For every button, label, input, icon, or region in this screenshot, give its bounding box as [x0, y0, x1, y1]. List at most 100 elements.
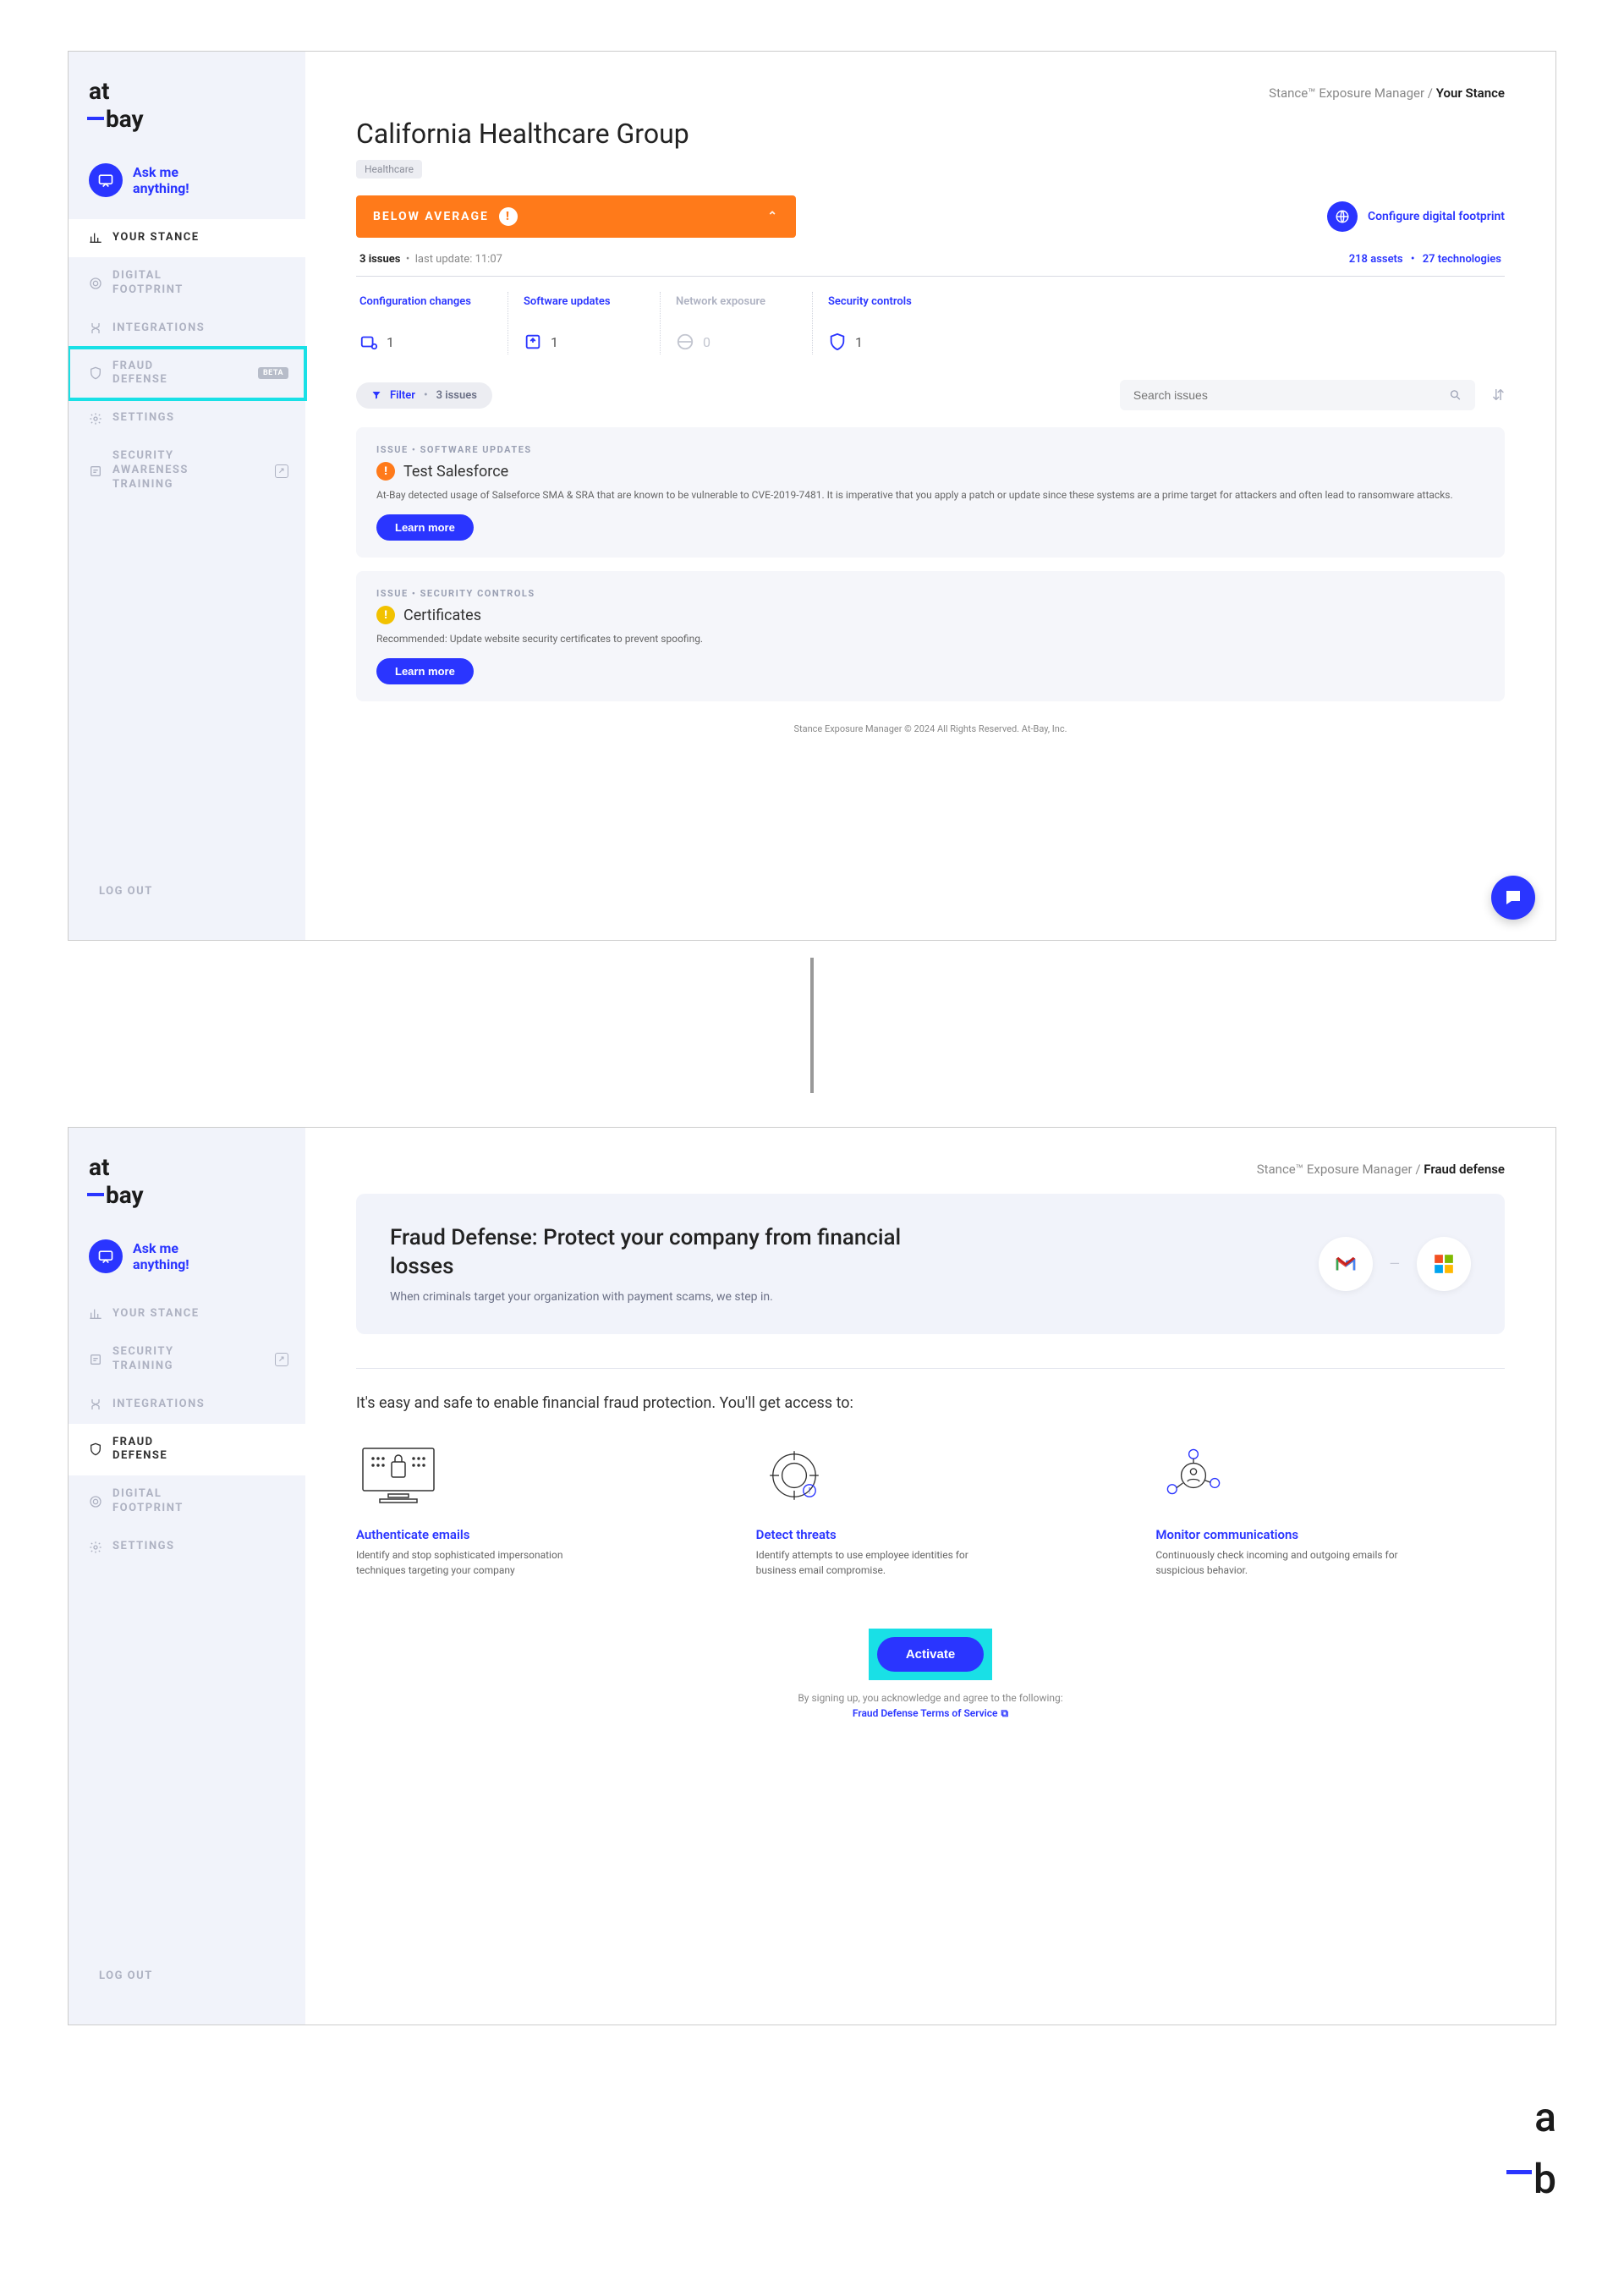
breadcrumb-sep: /: [1428, 85, 1433, 101]
configure-footprint-button[interactable]: Configure digital footprint: [1327, 201, 1505, 232]
stat-icon: [524, 332, 542, 351]
logout-button[interactable]: LOG OUT: [69, 1953, 305, 1999]
search-icon: [1449, 388, 1462, 402]
technologies-link[interactable]: 27 technologies: [1423, 253, 1501, 266]
logout-label: LOG OUT: [99, 1970, 153, 1982]
alert-icon: !: [499, 207, 518, 226]
risk-banner[interactable]: BELOW AVERAGE ! ⌃: [356, 195, 796, 238]
gear-icon: [89, 1541, 102, 1554]
nav-item-security-training[interactable]: SECURITYTRAINING↗: [69, 1333, 305, 1386]
feature-desc: Identify attempts to use employee identi…: [756, 1547, 1010, 1578]
nav-list: YOUR STANCE DIGITALFOOTPRINT INTEGRATIONS F…: [69, 219, 305, 868]
stat-value: 1: [855, 334, 863, 350]
stat-title: Software updates: [524, 295, 645, 324]
activate-button[interactable]: Activate: [877, 1637, 984, 1672]
shield-icon: [89, 1442, 102, 1456]
learn-more-button[interactable]: Learn more: [376, 514, 474, 541]
nav-item-integrations[interactable]: INTEGRATIONS: [69, 310, 305, 348]
chat-fab[interactable]: [1491, 876, 1535, 920]
breadcrumb-sep: /: [1415, 1162, 1420, 1177]
sort-icon[interactable]: ⇵: [1492, 387, 1505, 404]
nav-item-integrations[interactable]: INTEGRATIONS: [69, 1386, 305, 1424]
nav-label: DIGITALFOOTPRINT: [112, 269, 184, 298]
page-brand-mark: ab: [68, 2059, 1556, 2189]
activate-highlight: Activate: [869, 1629, 992, 1680]
app-frame-fraud: at bay Ask meanything! YOUR STANCESECURI…: [68, 1127, 1556, 2025]
issue-card: ISSUE • SECURITY CONTROLS!CertificatesRe…: [356, 571, 1505, 701]
search-input-wrap[interactable]: [1120, 380, 1475, 410]
logout-button[interactable]: LOG OUT: [69, 868, 305, 915]
feature-detect-threats: !Detect threatsIdentify attempts to use …: [756, 1437, 1106, 1578]
page-title: California Healthcare Group: [356, 118, 1505, 150]
nav-item-settings[interactable]: SETTINGS: [69, 399, 305, 437]
stat-value: 0: [703, 334, 710, 350]
stat-configuration-changes[interactable]: Configuration changes1: [356, 292, 508, 354]
filter-button[interactable]: Filter • 3 issues: [356, 382, 492, 409]
nav-list: YOUR STANCESECURITYTRAINING↗ INTEGRATIONS…: [69, 1295, 305, 1624]
globe-icon: [1327, 201, 1358, 232]
hero-card: Fraud Defense: Protect your company from…: [356, 1194, 1505, 1334]
issue-title: Test Salesforce: [403, 463, 508, 481]
learn-more-button[interactable]: Learn more: [376, 658, 474, 684]
feature-icon: [1155, 1437, 1505, 1514]
nav-label: DIGITALFOOTPRINT: [112, 1487, 184, 1516]
issues-count: 3 issues: [359, 253, 400, 266]
configure-label: Configure digital footprint: [1368, 210, 1505, 223]
logo-bay: bay: [106, 1181, 144, 1209]
stat-network-exposure[interactable]: Network exposure0: [661, 292, 813, 354]
nav-item-digital-footprint[interactable]: DIGITALFOOTPRINT: [69, 257, 305, 310]
breadcrumb: Stance™ Exposure Manager / Fraud defense: [356, 1162, 1505, 1177]
logo-bay: bay: [106, 105, 144, 133]
nav-item-digital-footprint[interactable]: DIGITALFOOTPRINT: [69, 1475, 305, 1528]
stat-title: Security controls: [828, 295, 950, 324]
feature-authenticate-emails: Authenticate emailsIdentify and stop sop…: [356, 1437, 705, 1578]
issue-description: Recommended: Update website security cer…: [376, 631, 1484, 646]
stat-icon: [359, 332, 378, 351]
chat-icon: [89, 163, 123, 197]
stat-icon: [676, 332, 694, 351]
feature-title: Authenticate emails: [356, 1527, 705, 1542]
nav-item-security-awareness-training[interactable]: SECURITYAWARENESSTRAINING↗: [69, 437, 305, 504]
industry-tag: Healthcare: [356, 160, 422, 179]
issue-kicker: ISSUE • SECURITY CONTROLS: [376, 588, 1484, 599]
nav-label: INTEGRATIONS: [112, 321, 205, 336]
training-icon: [89, 464, 102, 478]
breadcrumb-root[interactable]: Stance™ Exposure Manager: [1269, 85, 1424, 101]
ask-label: Ask meanything!: [133, 164, 189, 196]
nav-item-fraud-defense[interactable]: FRAUDDEFENSEBETA: [69, 348, 305, 400]
assets-link[interactable]: 218 assets: [1349, 253, 1403, 266]
logo-at: at: [89, 77, 109, 105]
nav-label: INTEGRATIONS: [112, 1398, 205, 1412]
external-icon: ↗: [275, 464, 288, 478]
stat-software-updates[interactable]: Software updates1: [508, 292, 661, 354]
filter-label: Filter: [390, 389, 415, 402]
footprint-icon: [89, 277, 102, 290]
issue-kicker: ISSUE • SOFTWARE UPDATES: [376, 444, 1484, 455]
footprint-icon: [89, 1495, 102, 1508]
nav-item-fraud-defense[interactable]: FRAUDDEFENSE: [69, 1424, 305, 1476]
feature-title: Detect threats: [756, 1527, 1106, 1542]
nav-item-settings[interactable]: SETTINGS: [69, 1528, 305, 1566]
nav-label: FRAUDDEFENSE: [112, 360, 167, 388]
tos-link[interactable]: Fraud Defense Terms of Service⧉: [356, 1707, 1505, 1720]
nav-item-your-stance[interactable]: YOUR STANCE: [69, 1295, 305, 1333]
search-input[interactable]: [1133, 388, 1449, 402]
training-icon: [89, 1353, 102, 1366]
feature-desc: Continuously check incoming and outgoing…: [1155, 1547, 1409, 1578]
ask-me-anything[interactable]: Ask meanything!: [69, 150, 305, 219]
feature-monitor-communications: Monitor communicationsContinuously check…: [1155, 1437, 1505, 1578]
gear-icon: [89, 412, 102, 426]
microsoft-icon: [1417, 1237, 1471, 1291]
nav-item-your-stance[interactable]: YOUR STANCE: [69, 219, 305, 257]
nav-label: FRAUDDEFENSE: [112, 1436, 167, 1464]
footer-text: Stance Exposure Manager © 2024 All Right…: [356, 715, 1505, 739]
breadcrumb-root[interactable]: Stance™ Exposure Manager: [1257, 1162, 1413, 1177]
ask-me-anything[interactable]: Ask meanything!: [69, 1226, 305, 1295]
stat-security-controls[interactable]: Security controls 1: [813, 292, 965, 354]
provider-icons: —: [1319, 1237, 1472, 1291]
ask-label: Ask meanything!: [133, 1240, 189, 1272]
brand-logo: at bay: [69, 1153, 305, 1226]
sidebar: at bay Ask meanything! YOUR STANCESECURI…: [69, 1128, 305, 2025]
ack-text: By signing up, you acknowledge and agree…: [356, 1692, 1505, 1704]
main-content: Stance™ Exposure Manager / Your Stance C…: [305, 52, 1555, 940]
